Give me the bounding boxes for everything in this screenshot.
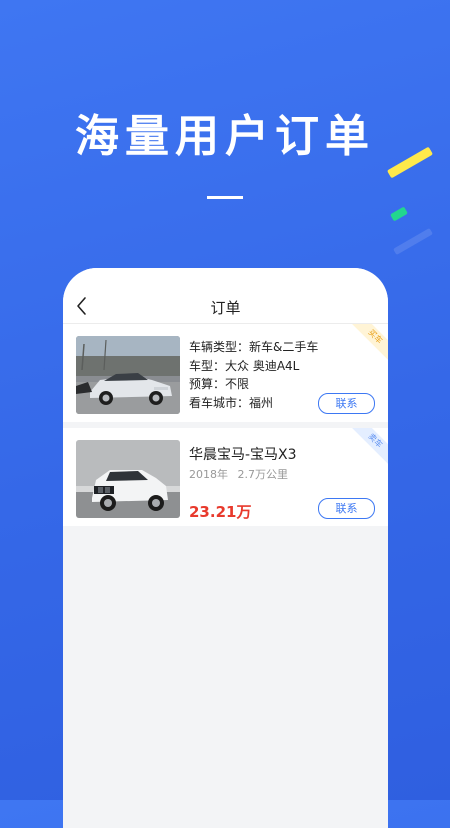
buy-tag-badge: 买车 xyxy=(345,324,388,367)
vehicle-type-label: 车辆类型： xyxy=(189,340,250,354)
budget-row: 预算：不限 xyxy=(189,375,318,394)
budget-label: 预算： xyxy=(189,377,226,391)
city-value: 福州 xyxy=(249,395,274,410)
contact-button[interactable]: 联系 xyxy=(318,498,375,519)
car-meta: 2018年 2.7万公里 xyxy=(189,466,288,482)
car-price: 23.21万 xyxy=(189,503,252,521)
order-card-buy[interactable]: 车辆类型：新车&二手车 车型：大众 奥迪A4L 预算：不限 看车城市：福州 联系… xyxy=(63,324,388,422)
order-card-sell[interactable]: 华晨宝马-宝马X3 2018年 2.7万公里 23.21万 联系 卖车 xyxy=(63,428,388,526)
car-year: 2018年 xyxy=(189,468,228,481)
promo-headline: 海量用户订单 xyxy=(75,111,375,162)
vehicle-type-row: 车辆类型：新车&二手车 xyxy=(189,338,318,357)
nav-bar: 订单 xyxy=(63,268,388,324)
buy-request-info: 车辆类型：新车&二手车 车型：大众 奥迪A4L 预算：不限 看车城市：福州 xyxy=(189,338,318,412)
decor-stripe-faint xyxy=(393,227,433,256)
car-title: 华晨宝马-宝马X3 xyxy=(189,447,297,463)
contact-button[interactable]: 联系 xyxy=(318,393,375,414)
city-row: 看车城市：福州 xyxy=(189,394,318,413)
vehicle-type-value: 新车&二手车 xyxy=(249,340,319,354)
sell-tag-badge: 卖车 xyxy=(345,428,388,471)
car-photo-audi xyxy=(76,336,180,414)
model-value: 大众 奥迪A4L xyxy=(225,358,300,373)
headline-underline xyxy=(207,196,243,199)
car-photo-bmw xyxy=(76,440,180,518)
phone-mockup: 订单 车辆类型：新车&二手车 车型：大众 奥迪A4L 预算：不限 看车城市：福州… xyxy=(63,268,388,828)
car-mileage: 2.7万公里 xyxy=(237,468,289,481)
model-row: 车型：大众 奥迪A4L xyxy=(189,357,318,376)
budget-value: 不限 xyxy=(225,377,250,391)
model-label: 车型： xyxy=(189,358,226,373)
page-title: 订单 xyxy=(210,299,241,317)
city-label: 看车城市： xyxy=(189,395,250,410)
decor-stripe-green xyxy=(390,206,408,222)
